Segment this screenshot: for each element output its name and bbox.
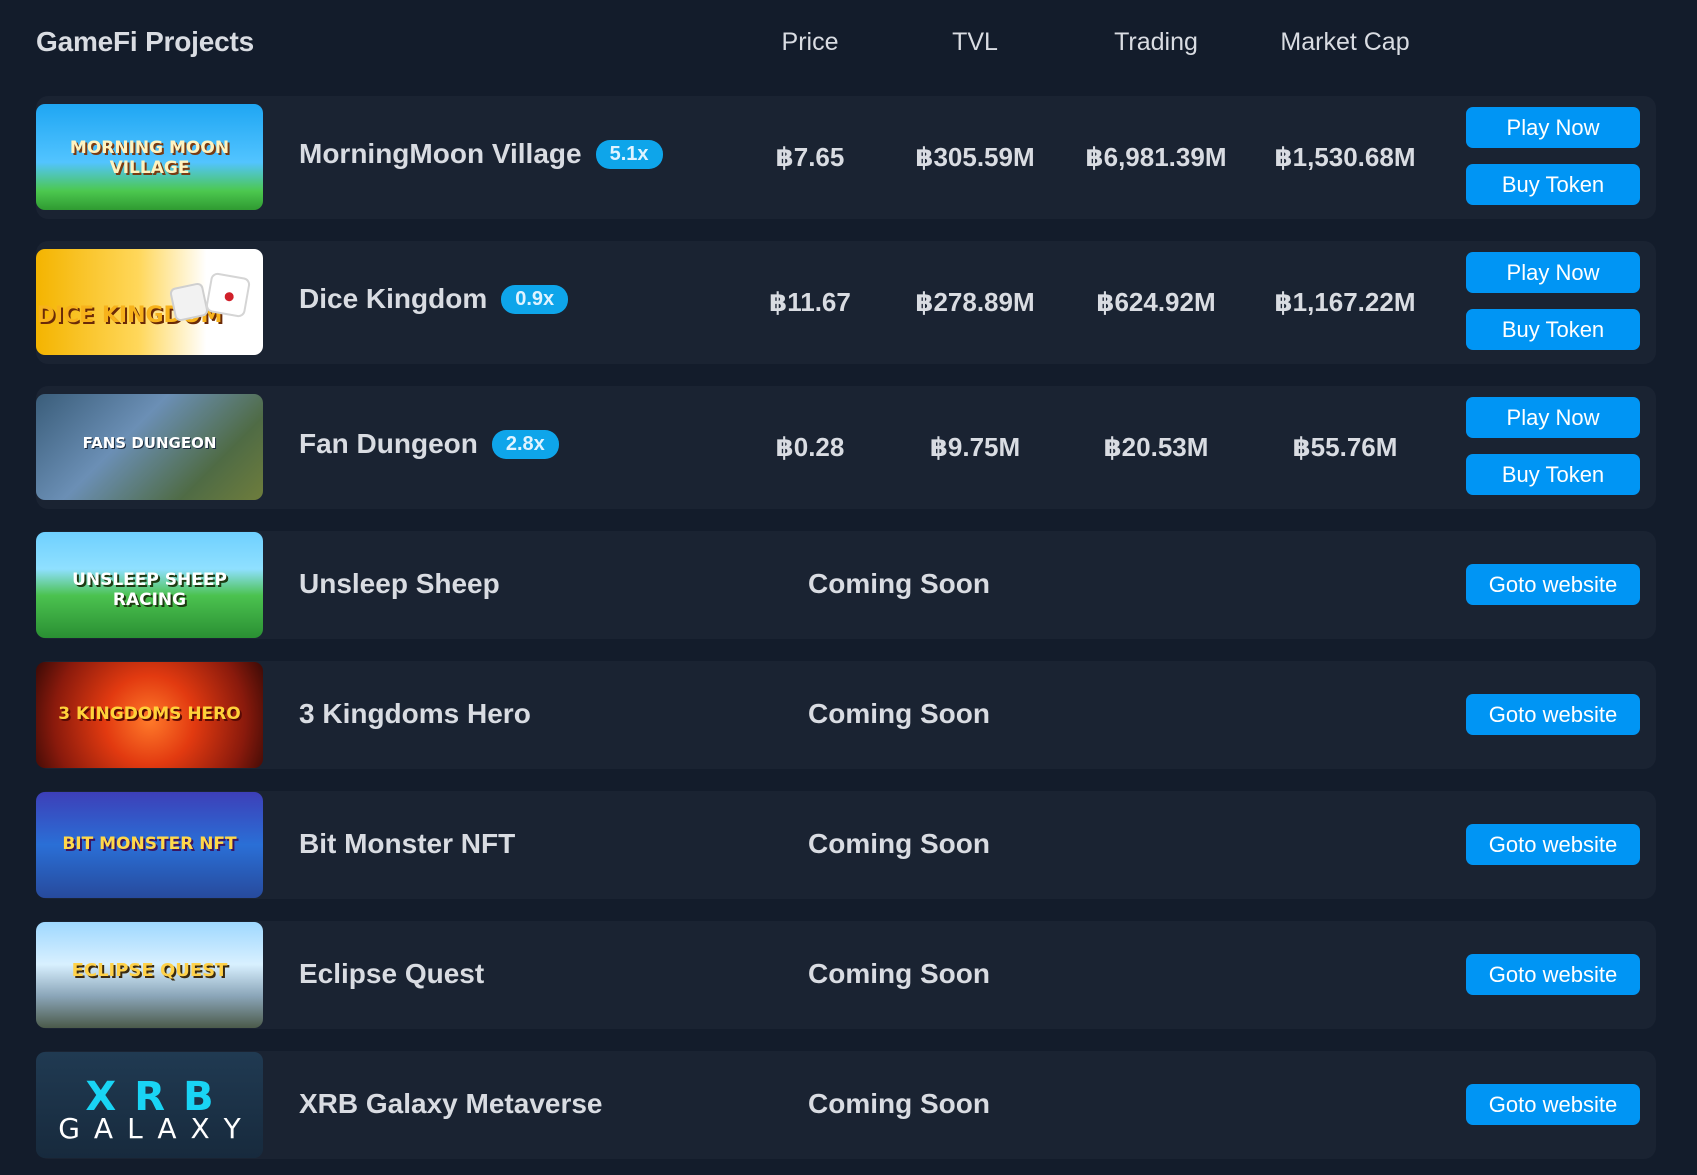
tvl-value: ฿305.59M: [915, 142, 1035, 172]
goto-website-button[interactable]: Goto website: [1466, 564, 1640, 605]
project-row-unsleep-sheep: UNSLEEP SHEEP RACING Unsleep Sheep Comin…: [36, 531, 1656, 639]
project-row-eclipse-quest: ECLIPSE QUEST Eclipse Quest Coming Soon …: [36, 921, 1656, 1029]
market-cap-value: ฿1,530.68M: [1274, 142, 1416, 172]
bit-monster-nft-thumbnail: BIT MONSTER NFT: [36, 792, 263, 898]
project-row-xrb-galaxy-metaverse: XRB GALAXY XRB Galaxy Metaverse Coming S…: [36, 1051, 1656, 1159]
tvl-value: ฿278.89M: [915, 287, 1035, 317]
coming-soon-label: Coming Soon: [808, 958, 990, 989]
project-name: Unsleep Sheep: [299, 568, 500, 599]
project-name: 3 Kingdoms Hero: [299, 698, 531, 729]
tvl-value: ฿9.75M: [929, 432, 1021, 462]
die-icon: [168, 281, 210, 323]
column-header-trading: Trading: [1114, 28, 1198, 56]
eclipse-quest-thumbnail: ECLIPSE QUEST: [36, 922, 263, 1028]
project-name: Dice Kingdom: [299, 283, 488, 314]
dice-kingdom-thumbnail: DICE KINGDOM: [36, 249, 263, 355]
3-kingdoms-logo-text: 3 KINGDOMS HERO: [58, 704, 241, 724]
morningmoon-logo-text: MORNING MOON VILLAGE: [69, 138, 230, 178]
market-cap-value: ฿55.76M: [1292, 432, 1398, 462]
play-now-button[interactable]: Play Now: [1466, 397, 1640, 438]
multiplier-badge: 2.8x: [491, 429, 559, 459]
coming-soon-label: Coming Soon: [808, 1088, 990, 1119]
market-cap-value: ฿1,167.22M: [1274, 287, 1416, 317]
play-now-button[interactable]: Play Now: [1466, 107, 1640, 148]
goto-website-button[interactable]: Goto website: [1466, 1084, 1640, 1125]
die-icon: [204, 271, 252, 319]
project-row-bit-monster-nft: BIT MONSTER NFT Bit Monster NFT Coming S…: [36, 791, 1656, 899]
project-name: Eclipse Quest: [299, 958, 485, 989]
project-row-morningmoon-village: MORNING MOON VILLAGE MorningMoon Village…: [36, 96, 1656, 219]
price-value: ฿7.65: [775, 142, 845, 172]
trading-value: ฿6,981.39M: [1085, 142, 1227, 172]
multiplier-badge: 5.1x: [595, 139, 663, 169]
project-name-wrap: Fan Dungeon 2.8x: [299, 428, 559, 460]
multiplier-badge: 0.9x: [501, 284, 569, 314]
3-kingdoms-hero-thumbnail: 3 KINGDOMS HERO: [36, 662, 263, 768]
goto-website-button[interactable]: Goto website: [1466, 824, 1640, 865]
buy-token-button[interactable]: Buy Token: [1466, 164, 1640, 205]
project-row-3-kingdoms-hero: 3 KINGDOMS HERO 3 Kingdoms Hero Coming S…: [36, 661, 1656, 769]
unsleep-sheep-logo-text: UNSLEEP SHEEP RACING: [72, 570, 227, 610]
project-name: MorningMoon Village: [299, 138, 582, 169]
goto-website-button[interactable]: Goto website: [1466, 954, 1640, 995]
project-row-fan-dungeon: FANS DUNGEON Fan Dungeon 2.8x ฿0.28 ฿9.7…: [36, 386, 1656, 509]
buy-token-button[interactable]: Buy Token: [1466, 309, 1640, 350]
morningmoon-village-thumbnail: MORNING MOON VILLAGE: [36, 104, 263, 210]
buy-token-button[interactable]: Buy Token: [1466, 454, 1640, 495]
bit-monster-logo-text: BIT MONSTER NFT: [62, 834, 237, 854]
column-header-market-cap: Market Cap: [1280, 28, 1410, 56]
galaxy-logo-text: GALAXY: [58, 1112, 255, 1145]
play-now-button[interactable]: Play Now: [1466, 252, 1640, 293]
project-name: XRB Galaxy Metaverse: [299, 1088, 603, 1119]
project-name-wrap: Dice Kingdom 0.9x: [299, 283, 569, 315]
coming-soon-label: Coming Soon: [808, 828, 990, 859]
project-name: Fan Dungeon: [299, 428, 478, 459]
project-name: Bit Monster NFT: [299, 828, 516, 859]
column-header-tvl: TVL: [952, 28, 998, 56]
page-title: GameFi Projects: [36, 26, 254, 57]
project-name-wrap: MorningMoon Village 5.1x: [299, 138, 663, 170]
price-value: ฿11.67: [769, 287, 851, 317]
table-header: GameFi Projects Price TVL Trading Market…: [36, 0, 1661, 90]
coming-soon-label: Coming Soon: [808, 698, 990, 729]
trading-value: ฿20.53M: [1103, 432, 1209, 462]
eclipse-quest-logo-text: ECLIPSE QUEST: [71, 960, 228, 981]
project-row-dice-kingdom: DICE KINGDOM Dice Kingdom 0.9x ฿11.67 ฿2…: [36, 241, 1656, 364]
xrb-galaxy-thumbnail: XRB GALAXY: [36, 1052, 263, 1158]
column-header-price: Price: [781, 28, 839, 56]
unsleep-sheep-thumbnail: UNSLEEP SHEEP RACING: [36, 532, 263, 638]
coming-soon-label: Coming Soon: [808, 568, 990, 599]
price-value: ฿0.28: [775, 432, 845, 462]
goto-website-button[interactable]: Goto website: [1466, 694, 1640, 735]
fan-dungeon-thumbnail: FANS DUNGEON: [36, 394, 263, 500]
fan-dungeon-logo-text: FANS DUNGEON: [82, 434, 217, 452]
trading-value: ฿624.92M: [1096, 287, 1216, 317]
